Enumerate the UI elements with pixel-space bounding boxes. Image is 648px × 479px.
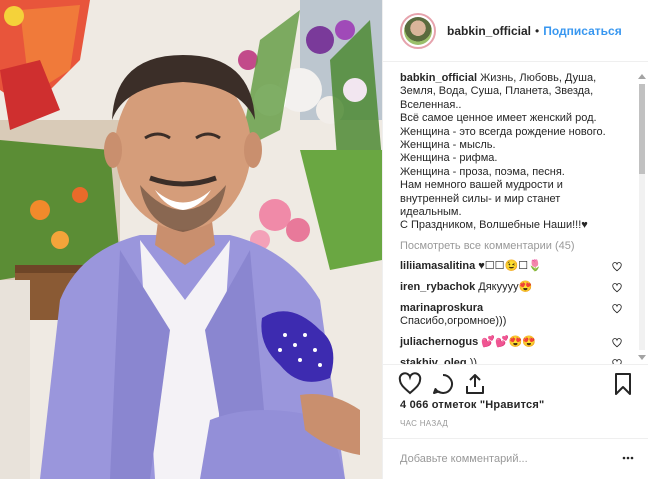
heart-icon[interactable] bbox=[612, 262, 622, 272]
action-bar bbox=[383, 364, 648, 402]
comment-user[interactable]: marinaproskura bbox=[400, 302, 483, 314]
comment-text: 💕💕😍😍 bbox=[481, 335, 537, 348]
caption-line: Земля, Вода, Суша, Планета, Звезда, bbox=[400, 85, 594, 98]
heart-icon[interactable] bbox=[398, 372, 422, 396]
caption-line: Женщина - проза, поэма, песня. bbox=[400, 165, 565, 178]
likes-count[interactable]: 4 066 отметок "Нравится" bbox=[400, 399, 544, 411]
heart-icon[interactable] bbox=[612, 338, 622, 348]
comment-user[interactable]: stakhiv_oleg bbox=[400, 357, 467, 364]
caption-author[interactable]: babkin_official bbox=[400, 72, 477, 84]
bookmark-icon[interactable] bbox=[611, 372, 635, 396]
caption-line: Женщина - это всегда рождение нового. bbox=[400, 125, 606, 138]
comment-text: Спасибо,огромное))) bbox=[400, 314, 507, 327]
follow-button[interactable]: Подписаться bbox=[543, 24, 621, 38]
post-header: babkin_official • Подписаться bbox=[383, 0, 648, 62]
post-caption: babkin_official Жизнь, Любовь, Душа, Зем… bbox=[400, 72, 626, 233]
comment-text: Дякуууу😍 bbox=[478, 280, 533, 293]
post-time[interactable]: ЧАС НАЗАД bbox=[400, 419, 448, 428]
comment-row: stakhiv_oleg )) bbox=[400, 357, 622, 364]
post-photo[interactable] bbox=[0, 0, 382, 479]
caption-line: Женщина - рифма. bbox=[400, 152, 498, 165]
comment-row: liliiamasalitina ♥☐☐😉☐🌷 bbox=[400, 260, 622, 273]
comments-area: babkin_official Жизнь, Любовь, Душа, Зем… bbox=[383, 62, 648, 364]
share-icon[interactable] bbox=[463, 372, 487, 396]
comment-row: iren_rybachok Дякуууу😍 bbox=[400, 281, 622, 294]
scroll-up-arrow-icon[interactable] bbox=[638, 74, 646, 79]
photo-illustration bbox=[0, 0, 382, 479]
comment-user[interactable]: juliachernogus bbox=[400, 336, 478, 348]
comment-text: )) bbox=[469, 356, 478, 364]
caption-line: С Праздником, Волшебные Наши!!!♥ bbox=[400, 219, 588, 232]
comments-scrollbar[interactable] bbox=[637, 72, 646, 362]
scroll-down-arrow-icon[interactable] bbox=[638, 355, 646, 360]
caption-line: Нам немного вашей мудрости и bbox=[400, 179, 563, 192]
comment-input[interactable]: Добавьте комментарий... bbox=[383, 438, 648, 479]
scrollbar-thumb[interactable] bbox=[639, 84, 645, 174]
caption-line: Вселенная.. bbox=[400, 98, 462, 111]
caption-line: Всё самое ценное имеет женский род. bbox=[400, 112, 597, 125]
view-all-comments-link[interactable]: Посмотреть все комментарии (45) bbox=[400, 240, 635, 252]
username-link[interactable]: babkin_official bbox=[447, 24, 531, 38]
more-dots-icon[interactable] bbox=[622, 452, 634, 464]
caption-line: Жизнь, Любовь, Душа, bbox=[480, 72, 597, 84]
heart-icon[interactable] bbox=[612, 283, 622, 293]
comment-input-placeholder: Добавьте комментарий... bbox=[400, 453, 528, 465]
caption-line: Женщина - мысль. bbox=[400, 139, 496, 152]
comment-icon[interactable] bbox=[431, 372, 455, 396]
comment-row: marinaproskura Спасибо,огромное))) bbox=[400, 302, 622, 328]
comment-row: juliachernogus 💕💕😍😍 bbox=[400, 336, 622, 349]
heart-icon[interactable] bbox=[612, 304, 622, 314]
comment-user[interactable]: iren_rybachok bbox=[400, 281, 475, 293]
header-separator: • bbox=[535, 23, 540, 38]
comment-text: ♥☐☐😉☐🌷 bbox=[478, 259, 542, 272]
caption-line: внутренней силы- и мир станет bbox=[400, 192, 561, 205]
comment-user[interactable]: liliiamasalitina bbox=[400, 260, 475, 272]
avatar[interactable] bbox=[400, 12, 436, 49]
post-panel: babkin_official • Подписаться babkin_off… bbox=[382, 0, 648, 479]
caption-line: идеальным. bbox=[400, 206, 462, 219]
